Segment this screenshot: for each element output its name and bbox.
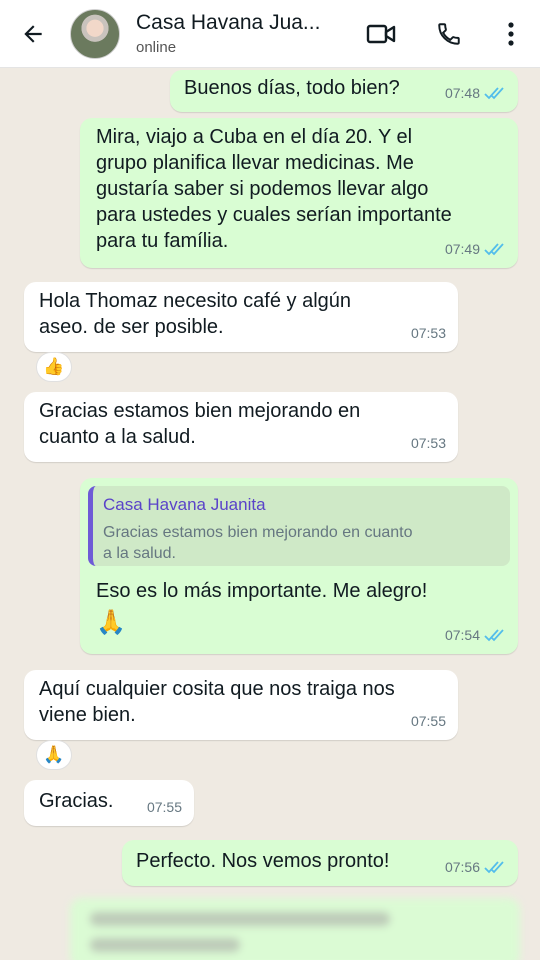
quoted-text: Gracias estamos bien mejorando en cuanto… bbox=[103, 524, 413, 562]
message-meta: 07:55 bbox=[411, 708, 446, 734]
contact-status: online bbox=[136, 39, 177, 56]
message-text: Aquí cualquier cosita que nos traiga nos… bbox=[39, 678, 395, 726]
message-bubble-outgoing[interactable]: Casa Havana Juanita Gracias estamos bien… bbox=[80, 478, 518, 654]
read-ticks-icon bbox=[484, 629, 504, 642]
message-bubble-incoming[interactable]: Hola Thomaz necesito café y algún aseo. … bbox=[24, 282, 458, 352]
message-meta: 07:53 bbox=[411, 320, 446, 346]
message-time: 07:55 bbox=[146, 799, 182, 815]
reaction-badge[interactable]: 👍 bbox=[36, 352, 72, 382]
chat-header: Casa Havana Jua... online bbox=[0, 0, 540, 68]
message-emoji: 🙏 bbox=[96, 609, 126, 636]
more-options-icon[interactable] bbox=[494, 17, 528, 51]
read-ticks-icon bbox=[484, 243, 504, 256]
contact-name: Casa Havana Jua... bbox=[136, 11, 321, 34]
video-call-icon[interactable] bbox=[364, 17, 398, 51]
message-meta: 07:49 bbox=[445, 236, 506, 262]
back-arrow-icon[interactable] bbox=[14, 15, 52, 53]
quoted-message[interactable]: Casa Havana Juanita Gracias estamos bien… bbox=[88, 486, 510, 566]
read-ticks-icon bbox=[484, 861, 504, 874]
message-time: 07:54 bbox=[444, 627, 480, 643]
voice-call-icon[interactable] bbox=[432, 17, 466, 51]
message-bubble-outgoing[interactable]: Mira, viajo a Cuba en el día 20. Y el gr… bbox=[80, 118, 518, 268]
message-text: Hola Thomaz necesito café y algún aseo. … bbox=[39, 290, 352, 338]
message-bubble-incoming[interactable]: Aquí cualquier cosita que nos traiga nos… bbox=[24, 670, 458, 740]
message-time: 07:53 bbox=[410, 325, 446, 341]
message-bubble-outgoing[interactable]: Buenos días, todo bien? 07:48 bbox=[170, 70, 518, 112]
message-meta: 07:48 bbox=[445, 80, 506, 106]
chat-area[interactable]: Buenos días, todo bien? 07:48 Mira, viaj… bbox=[0, 68, 540, 960]
read-ticks-icon bbox=[484, 87, 504, 100]
message-meta: 07:54 bbox=[445, 622, 506, 648]
message-time: 07:55 bbox=[410, 713, 446, 729]
message-meta: 07:55 bbox=[147, 794, 182, 820]
message-text: Mira, viajo a Cuba en el día 20. Y el gr… bbox=[96, 126, 452, 252]
message-bubble-incoming[interactable]: Gracias. 07:55 bbox=[24, 780, 194, 826]
message-time: 07:48 bbox=[444, 85, 480, 101]
message-time: 07:56 bbox=[444, 859, 480, 875]
blurred-message-bubble bbox=[70, 898, 520, 960]
message-time: 07:53 bbox=[410, 435, 446, 451]
contact-avatar[interactable] bbox=[70, 8, 120, 59]
message-bubble-incoming[interactable]: Gracias estamos bien mejorando en cuanto… bbox=[24, 392, 458, 462]
reaction-badge[interactable]: 🙏 bbox=[36, 740, 72, 770]
message-text: Gracias estamos bien mejorando en cuanto… bbox=[39, 400, 361, 448]
quoted-sender: Casa Havana Juanita bbox=[103, 495, 266, 514]
message-text: Eso es lo más importante. Me alegro! bbox=[96, 580, 428, 602]
message-bubble-outgoing[interactable]: Perfecto. Nos vemos pronto! 07:56 bbox=[122, 840, 518, 886]
message-meta: 07:53 bbox=[411, 430, 446, 456]
contact-info[interactable]: Casa Havana Jua... online bbox=[136, 11, 346, 56]
message-time: 07:49 bbox=[444, 241, 480, 257]
message-meta: 07:56 bbox=[445, 854, 506, 880]
